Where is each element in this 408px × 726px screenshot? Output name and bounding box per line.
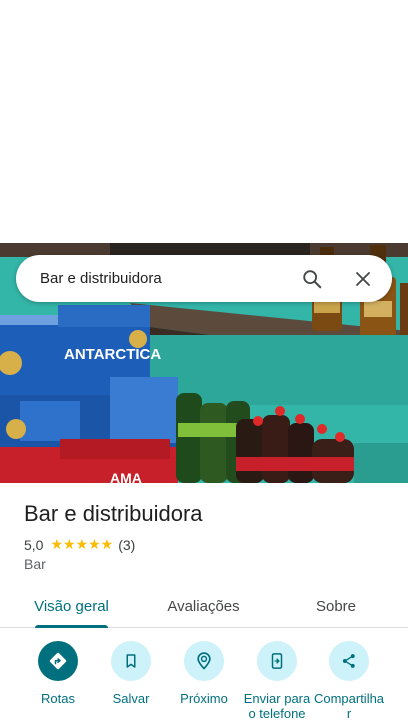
share-label: Compartilhar	[313, 691, 385, 721]
nearby-button[interactable]: Próximo	[168, 641, 240, 706]
send-to-phone-button[interactable]: Enviar para o telefone	[241, 641, 313, 721]
tab-about[interactable]: Sobre	[290, 585, 382, 628]
rating-stars: ★★★★★	[50, 536, 114, 552]
share-icon	[329, 641, 369, 681]
nearby-icon	[184, 641, 224, 681]
tab-overview[interactable]: Visão geral	[20, 585, 123, 628]
search-icon[interactable]	[300, 267, 324, 291]
rating-row[interactable]: 5,0 ★★★★★ (3)	[24, 536, 135, 553]
bookmark-icon	[111, 641, 151, 681]
directions-icon	[38, 641, 78, 681]
directions-label: Rotas	[41, 691, 75, 706]
close-icon[interactable]	[351, 267, 375, 291]
search-bar[interactable]: Bar e distribuidora	[16, 255, 392, 302]
photo-pack-text: AMA	[110, 470, 142, 483]
action-bar: Rotas Salvar Próximo Enviar para o telef…	[0, 641, 408, 726]
search-query-text[interactable]: Bar e distribuidora	[16, 270, 300, 287]
place-category[interactable]: Bar	[24, 556, 46, 572]
send-to-phone-label: Enviar para o telefone	[243, 691, 311, 721]
save-label: Salvar	[112, 691, 150, 706]
rating-value: 5,0	[24, 536, 44, 553]
nearby-label: Próximo	[180, 691, 228, 706]
tab-reviews[interactable]: Avaliações	[152, 585, 255, 628]
save-button[interactable]: Salvar	[95, 641, 167, 706]
share-button[interactable]: Compartilhar	[313, 641, 385, 721]
place-title: Bar e distribuidora	[24, 501, 203, 526]
tab-bar: Visão geral Avaliações Sobre	[0, 585, 408, 628]
directions-button[interactable]: Rotas	[22, 641, 94, 706]
active-tab-indicator	[35, 625, 108, 628]
review-count: (3)	[118, 536, 136, 553]
send-to-phone-icon	[257, 641, 297, 681]
photo-brand-text: ANTARCTICA	[64, 346, 161, 363]
map-blank-area	[0, 0, 408, 243]
